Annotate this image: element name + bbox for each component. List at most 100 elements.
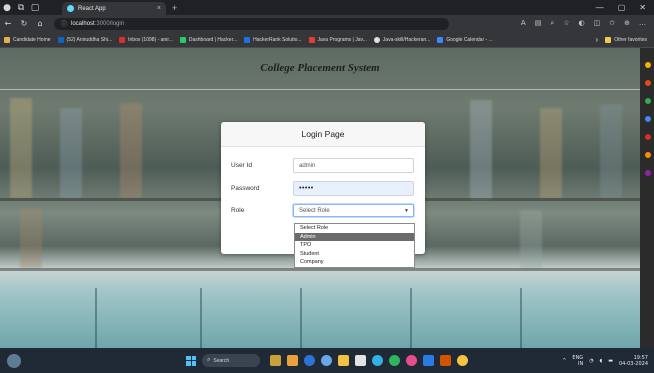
sidebar-app-icon[interactable] (645, 170, 651, 176)
bookmark-item[interactable]: (52) Aniruddha Shi... (57, 36, 112, 43)
favorite-star-icon[interactable]: ☆ (563, 19, 569, 28)
tab-title: React App (78, 5, 106, 12)
minimize-icon[interactable]: — (596, 3, 604, 12)
bookmark-favicon-icon (244, 36, 251, 43)
bookmarks-overflow-icon[interactable]: › (596, 35, 599, 44)
store-icon[interactable] (355, 355, 366, 366)
password-row: Password ••••• (231, 181, 415, 196)
bookmark-label: Candidate Home (13, 36, 51, 43)
windows-logo-icon (186, 355, 191, 360)
bookmark-item[interactable]: HackerRank Solutio... (244, 36, 302, 43)
role-select[interactable]: Select Role ▼ (293, 204, 414, 217)
taskbar-apps (270, 355, 468, 366)
translate-icon[interactable]: A (521, 19, 526, 28)
favorites-icon[interactable]: ✩ (609, 19, 615, 28)
app-icon[interactable] (457, 355, 468, 366)
language-bottom: IN (577, 360, 584, 367)
bookmark-item[interactable]: Candidate Home (4, 36, 51, 43)
chrome-icon[interactable] (389, 355, 400, 366)
address-path: :3000/login (94, 20, 125, 27)
background-decoration (410, 288, 412, 348)
background-decoration (20, 208, 42, 268)
bookmark-item[interactable]: Dashboard | Hacker... (179, 36, 237, 43)
read-aloud-icon[interactable]: ▤ (535, 19, 542, 28)
more-menu-icon[interactable]: … (639, 19, 646, 28)
workspaces-icon[interactable]: ⧉ (14, 2, 28, 13)
volume-icon[interactable]: ◖ (600, 358, 603, 364)
role-option-student[interactable]: Student (295, 250, 414, 259)
bookmark-item[interactable]: Inbox (1098) - anir... (119, 36, 173, 43)
maximize-icon[interactable]: ▢ (618, 3, 626, 12)
sidebar-app-icon[interactable] (645, 134, 651, 140)
clock[interactable]: 19:57 04-03-2024 (619, 355, 648, 367)
background-decoration (0, 268, 640, 271)
role-option-tpo[interactable]: TPO (295, 241, 414, 250)
site-title: College Placement System (260, 62, 380, 74)
sidebar-app-icon[interactable] (645, 62, 651, 68)
bookmark-item[interactable]: Google Calendar - ... (437, 36, 493, 43)
bookmark-label: Google Calendar - ... (446, 36, 493, 43)
other-favorites-button[interactable]: Other favorites (605, 36, 647, 43)
file-explorer-icon[interactable] (338, 355, 349, 366)
tab-close-icon[interactable]: × (157, 5, 161, 12)
split-screen-icon[interactable]: ◫ (594, 19, 601, 28)
widgets-icon[interactable] (270, 355, 281, 366)
bookmark-item[interactable]: Java Programs | Jav... (308, 36, 367, 43)
background-decoration (600, 104, 622, 198)
sidebar-app-icon[interactable] (645, 116, 651, 122)
sidebar-app-icon[interactable] (645, 98, 651, 104)
role-option-select-role[interactable]: Select Role (295, 224, 414, 233)
bookmark-label: Java Programs | Jav... (317, 36, 367, 43)
window-controls: — ▢ ✕ (596, 3, 654, 12)
language-indicator[interactable]: ENG IN (572, 355, 583, 367)
sidebar-app-icon[interactable] (645, 152, 651, 158)
back-icon[interactable]: ← (0, 19, 16, 28)
weather-icon[interactable] (7, 353, 21, 368)
browser-titlebar: ● ⧉ ▢ React App × + — ▢ ✕ (0, 0, 654, 15)
chevron-up-icon[interactable]: ^ (562, 358, 566, 364)
app-icon[interactable] (406, 355, 417, 366)
tab-actions-icon[interactable]: ▢ (28, 2, 42, 13)
app-icon[interactable] (304, 355, 315, 366)
page-viewport: College Placement System Login Page User… (0, 48, 640, 348)
background-decoration (520, 288, 522, 348)
windows-logo-icon (191, 355, 196, 360)
vscode-icon[interactable] (423, 355, 434, 366)
search-placeholder: Search (213, 357, 230, 364)
start-button[interactable] (186, 355, 196, 366)
close-window-icon[interactable]: ✕ (639, 3, 646, 12)
background-decoration (95, 288, 97, 348)
background-decoration (200, 288, 202, 348)
collections-icon[interactable]: ⊕ (624, 19, 630, 28)
background-decoration (300, 288, 302, 348)
app-icon[interactable] (440, 355, 451, 366)
bookmark-label: HackerRank Solutio... (253, 36, 302, 43)
zoom-icon[interactable]: ⌕ (550, 19, 554, 28)
tab-react-app[interactable]: React App × (62, 2, 166, 15)
refresh-icon[interactable]: ↻ (16, 19, 32, 28)
new-tab-button[interactable]: + (172, 3, 177, 13)
password-input[interactable]: ••••• (293, 181, 414, 196)
github-icon (373, 36, 380, 43)
address-bar[interactable]: ⓘ localhost :3000/login (54, 17, 449, 30)
home-icon[interactable]: ⌂ (32, 19, 48, 28)
extensions-icon[interactable]: ◐ (579, 19, 585, 28)
role-row: Role Select Role ▼ (231, 204, 415, 217)
background-decoration (470, 100, 492, 200)
sidebar-app-icon[interactable] (645, 80, 651, 86)
info-icon[interactable]: ⓘ (61, 19, 67, 28)
wifi-icon[interactable]: ◔ (589, 358, 593, 364)
bookmark-item[interactable]: Java-skill/Hackeran... (373, 36, 430, 43)
role-option-admin[interactable]: Admin (295, 232, 414, 242)
profile-icon[interactable]: ● (0, 2, 14, 13)
header-divider (0, 89, 640, 90)
chevron-down-icon: ▼ (404, 207, 409, 214)
app-icon[interactable] (287, 355, 298, 366)
role-option-company[interactable]: Company (295, 258, 414, 267)
user-id-input[interactable]: admin (293, 158, 414, 173)
taskbar-search[interactable]: ⌕ Search (202, 354, 260, 367)
edge-icon[interactable] (372, 355, 383, 366)
login-heading: Login Page (221, 122, 425, 147)
chat-icon[interactable] (321, 355, 332, 366)
battery-icon[interactable]: ▬ (608, 358, 613, 364)
